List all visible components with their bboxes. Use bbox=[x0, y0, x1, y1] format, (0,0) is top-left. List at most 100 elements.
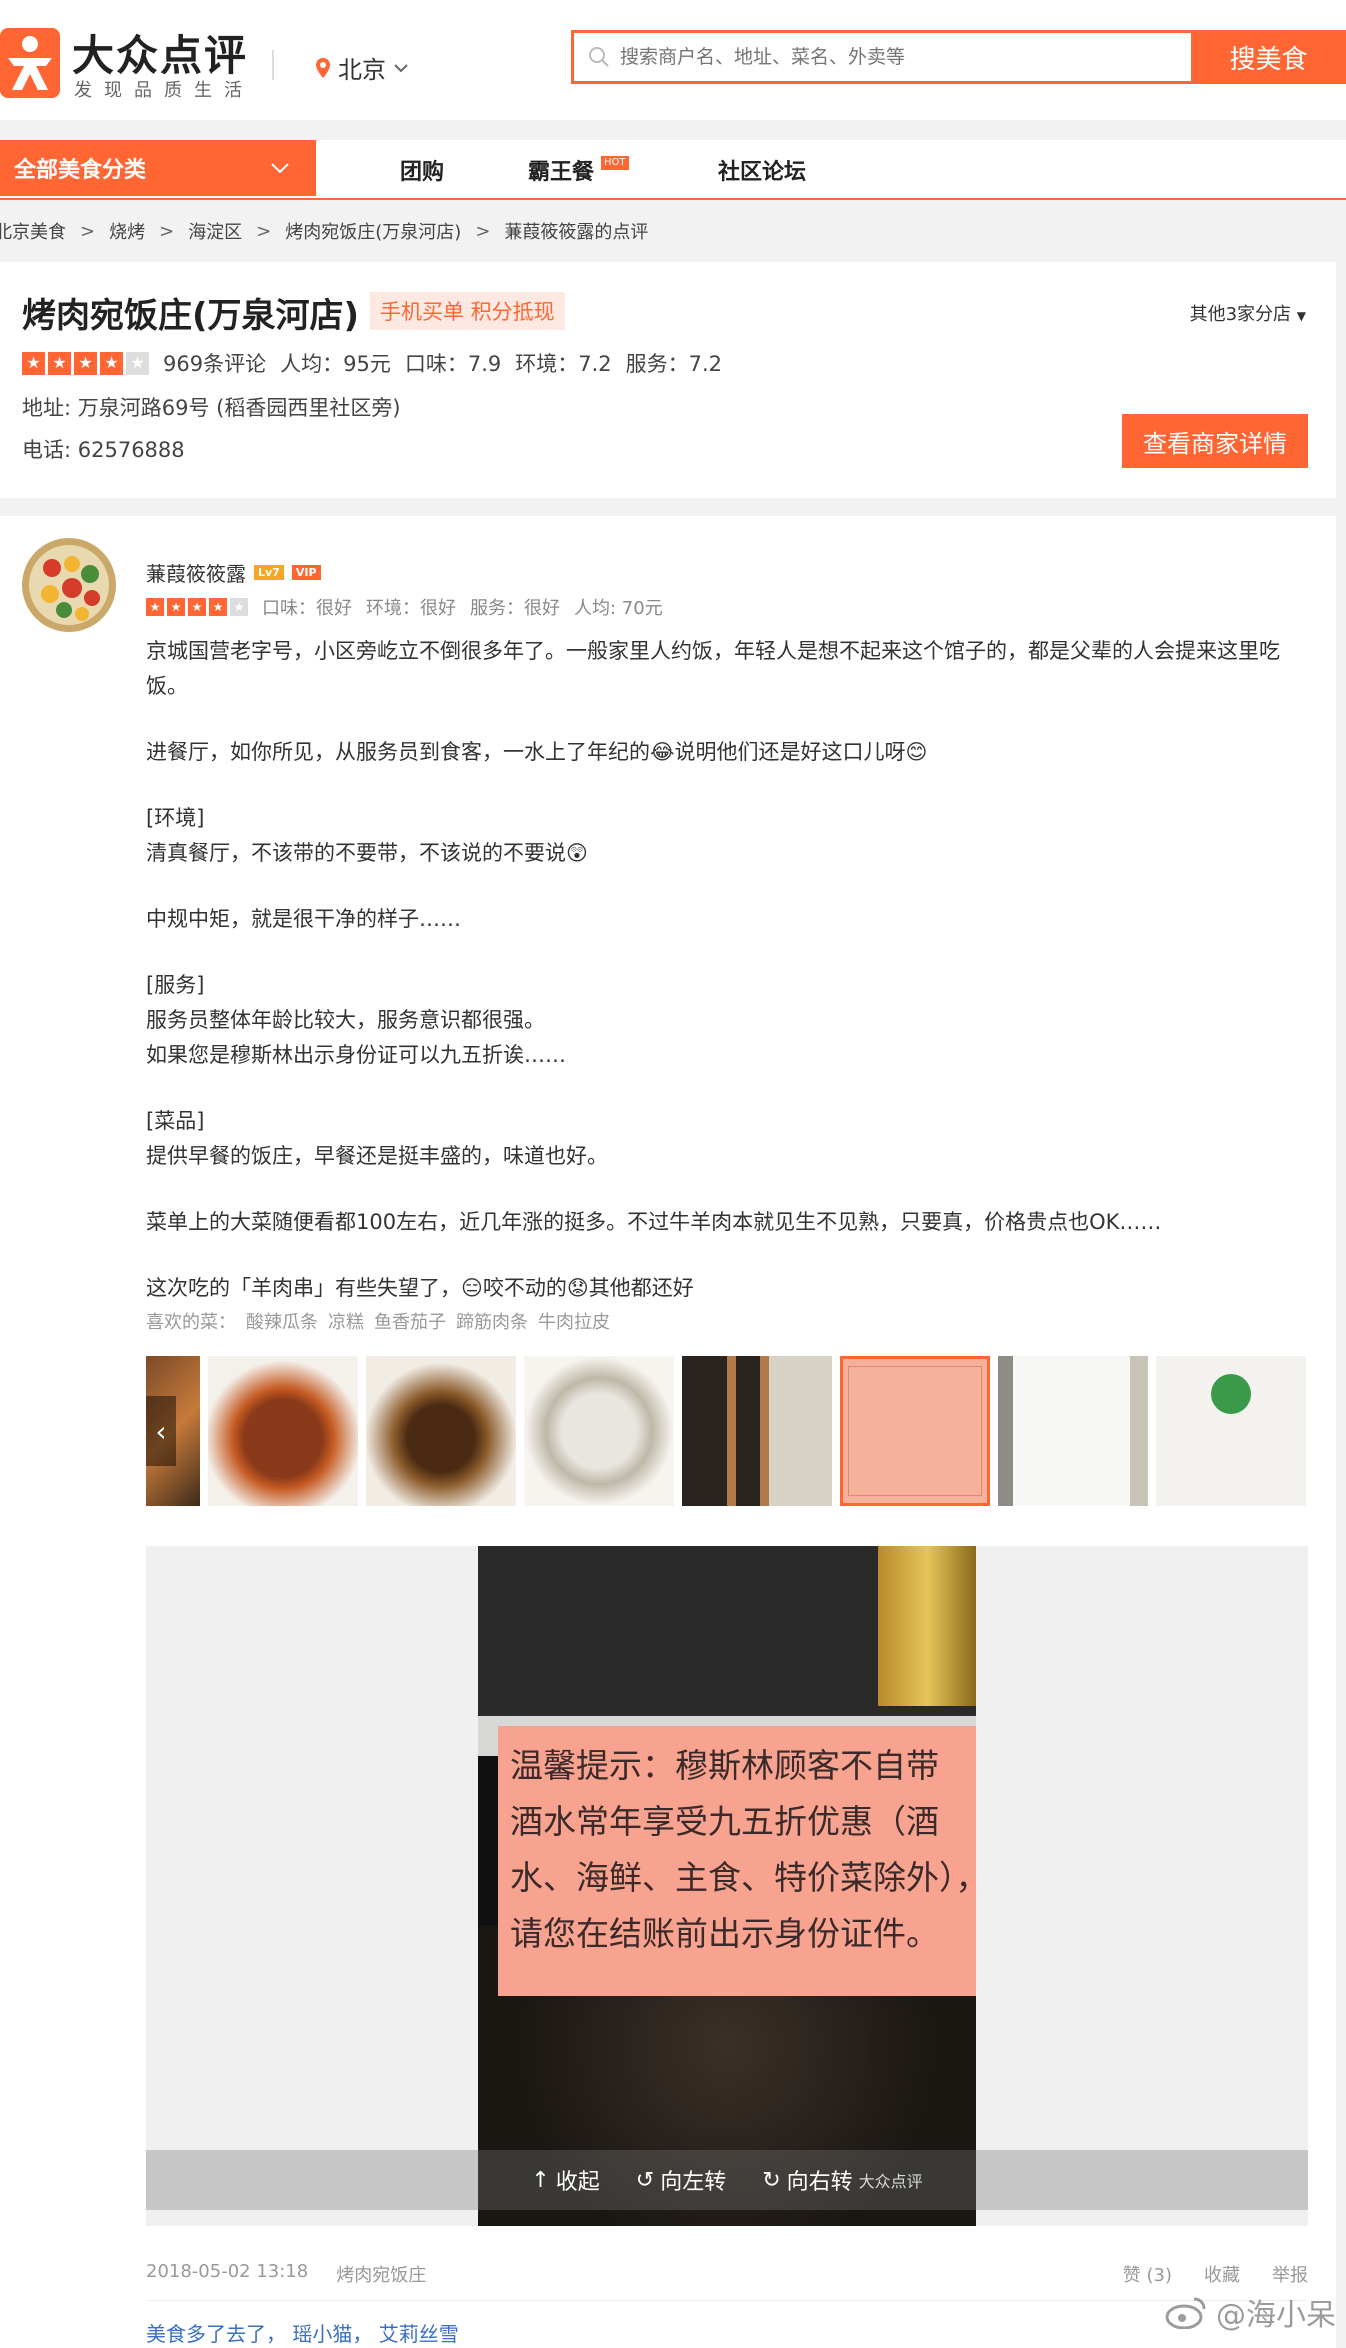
collapse-button[interactable]: ↑ 收起 bbox=[531, 2164, 599, 2196]
breadcrumb-separator: > bbox=[80, 220, 96, 242]
photo-thumbnail[interactable] bbox=[998, 1356, 1148, 1506]
footer-divider bbox=[146, 2300, 1308, 2301]
liked-dish[interactable]: 酸辣瓜条 bbox=[246, 1308, 318, 1334]
rotate-right-icon: ↻ bbox=[762, 2167, 781, 2193]
shop-rating-stars: ★ ★ ★ ★ ★ bbox=[22, 351, 149, 375]
review-env: 环境：很好 bbox=[366, 598, 456, 619]
breadcrumb-item[interactable]: 烤肉宛饭庄(万泉河店) bbox=[285, 218, 461, 244]
review-count[interactable]: 969条评论 bbox=[163, 348, 266, 378]
shop-info-card: 烤肉宛饭庄(万泉河店) 手机买单 积分抵现 其他3家分店 ▼ ★ ★ ★ ★ ★… bbox=[0, 262, 1336, 498]
review-paragraph: [服务] 服务员整体年龄比较大，服务意识都很强。 如果您是穆斯林出示身份证可以九… bbox=[146, 973, 566, 1067]
other-branches-dropdown[interactable]: 其他3家分店 ▼ bbox=[1190, 300, 1306, 326]
sign-text: 温馨提示：穆斯林顾客不自带 酒水常年享受九五折优惠（酒 水、海鲜、主食、特价菜除… bbox=[510, 1738, 976, 1962]
shop-phone: 电话: 62576888 bbox=[22, 438, 185, 462]
review-paragraph: 这次吃的「羊肉串」有些失望了，😑咬不动的😟其他都还好 bbox=[146, 1276, 694, 1300]
photo-thumbnail[interactable] bbox=[1156, 1356, 1306, 1506]
chevron-down-icon bbox=[271, 163, 289, 174]
review-footer-left: 2018-05-02 13:18 烤肉宛饭庄 bbox=[146, 2261, 426, 2287]
review-actions: 赞 (3) 收藏 举报 bbox=[1123, 2261, 1308, 2287]
commenters[interactable]: 美食多了去了， 瑶小猫， 艾莉丝雪 bbox=[146, 2318, 459, 2347]
liked-dish[interactable]: 牛肉拉皮 bbox=[538, 1308, 610, 1334]
liked-label: 喜欢的菜： bbox=[146, 1312, 236, 1333]
liked-dish[interactable]: 鱼香茄子 bbox=[374, 1308, 446, 1334]
shop-name[interactable]: 烤肉宛饭庄(万泉河店) bbox=[22, 288, 359, 337]
review-shop-link[interactable]: 烤肉宛饭庄 bbox=[336, 2261, 426, 2287]
location-pin-icon bbox=[316, 57, 330, 78]
report-button[interactable]: 举报 bbox=[1272, 2261, 1308, 2287]
star-icon: ★ bbox=[188, 598, 206, 616]
breadcrumb-item[interactable]: 烧烤 bbox=[109, 218, 145, 244]
search-icon bbox=[589, 47, 609, 67]
review-text: 京城国营老字号，小区旁屹立不倒很多年了。一般家里人约饭，年轻人是想不起来这个馆子… bbox=[146, 634, 1316, 1337]
category-label: 全部美食分类 bbox=[14, 158, 147, 183]
weibo-icon bbox=[1165, 2297, 1206, 2329]
review-card: 蒹葭筱筱露 Lv7 VIP ★ ★ ★ ★ ★ 口味：很好 环境：很好 服务：很… bbox=[0, 516, 1336, 2348]
shop-address: 地址: 万泉河路69号 (稻香园西里社区旁) bbox=[22, 396, 401, 420]
liked-dish[interactable]: 蹄筋肉条 bbox=[456, 1308, 528, 1334]
review-paragraph: 进餐厅，如你所见，从服务员到食客，一水上了年纪的😂说明他们还是好这口儿呀😊 bbox=[146, 740, 928, 764]
review-scores: ★ ★ ★ ★ ★ 口味：很好 环境：很好 服务：很好 人均: 70元 bbox=[146, 594, 663, 620]
review-paragraph: [环境] 清真餐厅，不该带的不要带，不该说的不要说😲 bbox=[146, 806, 588, 865]
star-icon: ★ bbox=[74, 351, 97, 375]
rotate-left-label: 向左转 bbox=[660, 2170, 727, 2195]
breadcrumb-separator: > bbox=[159, 220, 175, 242]
city-selector[interactable]: 北京 bbox=[316, 50, 408, 85]
rotate-left-icon: ↺ bbox=[635, 2167, 655, 2193]
nav-item-groupbuy[interactable]: 团购 bbox=[400, 154, 444, 186]
liked-dishes: 喜欢的菜： 酸辣瓜条 凉糕 鱼香茄子 蹄筋肉条 牛肉拉皮 bbox=[146, 1308, 610, 1334]
sign-photo[interactable]: 温馨提示：穆斯林顾客不自带 酒水常年享受九五折优惠（酒 水、海鲜、主食、特价菜除… bbox=[478, 1546, 976, 2226]
photo-thumbnail[interactable] bbox=[524, 1356, 674, 1506]
photo-thumbnail[interactable]: ‹ bbox=[146, 1356, 200, 1506]
header-divider bbox=[272, 50, 274, 80]
sign-line: 酒水常年享受九五折优惠（酒 bbox=[510, 1802, 939, 1841]
photo-viewer: 温馨提示：穆斯林顾客不自带 酒水常年享受九五折优惠（酒 水、海鲜、主食、特价菜除… bbox=[146, 1546, 1308, 2226]
city-label: 北京 bbox=[338, 56, 386, 84]
review-date: 2018-05-02 13:18 bbox=[146, 2261, 309, 2282]
search-input[interactable] bbox=[620, 46, 1140, 68]
breadcrumb-separator: > bbox=[256, 220, 272, 242]
avatar[interactable] bbox=[22, 538, 116, 632]
vip-badge: VIP bbox=[291, 565, 321, 580]
all-food-category-dropdown[interactable]: 全部美食分类 bbox=[0, 140, 316, 196]
review-paragraph: 菜单上的大菜随便看都100左右，近几年涨的挺多。不过牛羊肉本就见生不见熟，只要真… bbox=[146, 1210, 1162, 1234]
logo-text[interactable]: 大众点评 bbox=[72, 22, 248, 83]
favorite-button[interactable]: 收藏 bbox=[1204, 2261, 1240, 2287]
view-shop-details-button[interactable]: 查看商家详情 bbox=[1122, 414, 1308, 468]
photo-thumbnail[interactable] bbox=[682, 1356, 832, 1506]
hot-badge: HOT bbox=[601, 156, 629, 170]
star-icon: ★ bbox=[48, 351, 71, 375]
photo-thumbnail[interactable] bbox=[366, 1356, 516, 1506]
breadcrumb-item[interactable]: 海淀区 bbox=[188, 218, 242, 244]
breadcrumb-current: 蒹葭筱筱露的点评 bbox=[504, 222, 649, 243]
dianping-logo-icon[interactable] bbox=[0, 28, 60, 98]
reviewer-info: 蒹葭筱筱露 Lv7 VIP bbox=[146, 558, 321, 587]
like-button[interactable]: 赞 (3) bbox=[1123, 2261, 1172, 2287]
chevron-down-icon bbox=[394, 63, 408, 72]
star-icon: ★ bbox=[146, 598, 164, 616]
review-avg: 人均: 70元 bbox=[574, 598, 663, 619]
rotate-right-label: 向右转 bbox=[786, 2170, 853, 2195]
taste-score: 口味：7.9 bbox=[404, 352, 502, 376]
sign-photo-frame bbox=[848, 1366, 982, 1496]
level-badge: Lv7 bbox=[254, 565, 284, 580]
star-empty-icon: ★ bbox=[230, 598, 248, 616]
reviewer-name[interactable]: 蒹葭筱筱露 bbox=[146, 558, 246, 587]
sign-card: 温馨提示：穆斯林顾客不自带 酒水常年享受九五折优惠（酒 水、海鲜、主食、特价菜除… bbox=[498, 1726, 976, 1996]
photo-thumbnail[interactable] bbox=[208, 1356, 358, 1506]
breadcrumb-item[interactable]: 北京美食 bbox=[0, 218, 66, 244]
search-button[interactable]: 搜美食 bbox=[1191, 30, 1346, 84]
rotate-left-button[interactable]: ↺ 向左转 bbox=[636, 2164, 726, 2196]
chevron-left-icon[interactable]: ‹ bbox=[146, 1396, 176, 1466]
viewer-toolbar: ↑ 收起 ↺ 向左转 ↻ 向右转 大众点评 bbox=[146, 2150, 1308, 2210]
top-header: 大众点评 发现品质生活 北京 搜美食 bbox=[0, 0, 1346, 120]
liked-dish[interactable]: 凉糕 bbox=[328, 1308, 364, 1334]
sign-line: 温馨提示：穆斯林顾客不自带 bbox=[510, 1746, 939, 1785]
rotate-right-button[interactable]: ↻ 向右转 bbox=[762, 2164, 852, 2196]
nav-item-forum[interactable]: 社区论坛 bbox=[718, 154, 806, 186]
shop-promo-tag: 手机买单 积分抵现 bbox=[370, 292, 565, 330]
shop-meta: ★ ★ ★ ★ ★ 969条评论 人均：95元 口味：7.9 环境：7.2 服务… bbox=[22, 348, 722, 378]
nav-item-free-meal[interactable]: 霸王餐 bbox=[528, 154, 594, 186]
photo-thumbnail[interactable] bbox=[840, 1356, 990, 1506]
sign-line: 请您在结账前出示身份证件。 bbox=[510, 1914, 939, 1953]
review-rating-stars: ★ ★ ★ ★ ★ bbox=[146, 598, 248, 616]
